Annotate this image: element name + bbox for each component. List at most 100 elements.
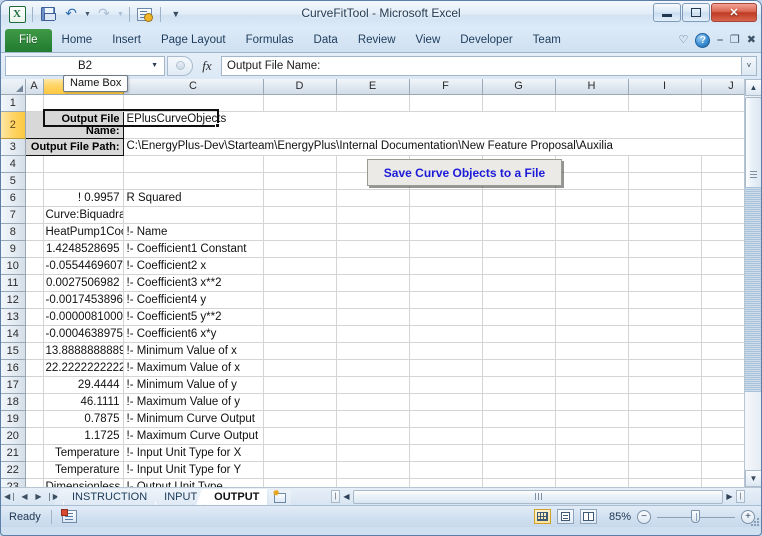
cell-label-output-file-path[interactable]: Output File Path: — [24, 137, 124, 156]
cell-a14[interactable] — [25, 325, 44, 343]
cell-h13[interactable] — [555, 308, 629, 326]
cell-g11[interactable] — [482, 274, 556, 292]
cell-i12[interactable] — [628, 291, 702, 309]
cell-i8[interactable] — [628, 223, 702, 241]
cell-j15[interactable] — [701, 342, 744, 360]
cell-i6[interactable] — [628, 189, 702, 207]
cell-f10[interactable] — [409, 257, 483, 275]
cell-c11[interactable]: !- Coefficient3 x**2 — [123, 274, 264, 292]
cell-b5[interactable] — [43, 172, 124, 190]
cell-i14[interactable] — [628, 325, 702, 343]
zoom-slider-thumb[interactable] — [691, 510, 701, 523]
cell-c6[interactable]: R Squared — [123, 189, 264, 207]
cell-j17[interactable] — [701, 376, 744, 394]
tab-page-layout[interactable]: Page Layout — [151, 30, 236, 52]
prev-sheet-icon[interactable]: ◀ — [18, 492, 31, 501]
cell-d10[interactable] — [263, 257, 337, 275]
cell-j20[interactable] — [701, 427, 744, 445]
cell-b18[interactable]: 46.1111 — [43, 393, 124, 411]
row-header[interactable]: 13 — [1, 308, 26, 326]
cell-g14[interactable] — [482, 325, 556, 343]
cell-e14[interactable] — [336, 325, 410, 343]
cell-f6[interactable] — [409, 189, 483, 207]
column-header-j[interactable]: J — [701, 79, 744, 95]
cell-b6[interactable]: ! 0.9957 — [43, 189, 124, 207]
cell-i9[interactable] — [628, 240, 702, 258]
cell-e6[interactable] — [336, 189, 410, 207]
cell-a21[interactable] — [25, 444, 44, 462]
cell-d16[interactable] — [263, 359, 337, 377]
row-header[interactable]: 16 — [1, 359, 26, 377]
column-header-i[interactable]: I — [628, 79, 702, 95]
cell-d6[interactable] — [263, 189, 337, 207]
cell-g13[interactable] — [482, 308, 556, 326]
cell-a11[interactable] — [25, 274, 44, 292]
cell-i13[interactable] — [628, 308, 702, 326]
cell-e13[interactable] — [336, 308, 410, 326]
cell-j19[interactable] — [701, 410, 744, 428]
cell-h23[interactable] — [555, 478, 629, 487]
row-header[interactable]: 5 — [1, 172, 26, 190]
cell-i21[interactable] — [628, 444, 702, 462]
cell-i10[interactable] — [628, 257, 702, 275]
cell-h1[interactable] — [555, 94, 629, 112]
cell-a18[interactable] — [25, 393, 44, 411]
cell-h20[interactable] — [555, 427, 629, 445]
cell-b8[interactable]: HeatPump1CoolingCAPFTemp — [43, 223, 124, 241]
cell-g20[interactable] — [482, 427, 556, 445]
row-header[interactable]: 4 — [1, 155, 26, 173]
cell-d17[interactable] — [263, 376, 337, 394]
page-layout-view-button[interactable] — [557, 509, 574, 524]
cell-h4[interactable] — [555, 155, 629, 173]
cell-h22[interactable] — [555, 461, 629, 479]
row-header[interactable]: 12 — [1, 291, 26, 309]
cell-b7[interactable]: Curve:Biquadratic — [43, 206, 124, 224]
cell-c15[interactable]: !- Minimum Value of x — [123, 342, 264, 360]
tab-developer[interactable]: Developer — [450, 30, 522, 52]
column-header-e[interactable]: E — [336, 79, 410, 95]
column-header-f[interactable]: F — [409, 79, 483, 95]
cell-i22[interactable] — [628, 461, 702, 479]
cell-e22[interactable] — [336, 461, 410, 479]
cell-j7[interactable] — [701, 206, 744, 224]
row-header[interactable]: 15 — [1, 342, 26, 360]
cell-a16[interactable] — [25, 359, 44, 377]
cell-f8[interactable] — [409, 223, 483, 241]
cell-g15[interactable] — [482, 342, 556, 360]
insert-worksheet-icon[interactable] — [269, 488, 292, 506]
cell-i5[interactable] — [628, 172, 702, 190]
cell-b17[interactable]: 29.4444 — [43, 376, 124, 394]
cell-h7[interactable] — [555, 206, 629, 224]
name-box[interactable]: B2 ▼ — [5, 55, 165, 76]
cell-c8[interactable]: !- Name — [123, 223, 264, 241]
cell-g8[interactable] — [482, 223, 556, 241]
cell-d14[interactable] — [263, 325, 337, 343]
row-header[interactable]: 18 — [1, 393, 26, 411]
cell-d21[interactable] — [263, 444, 337, 462]
cell-f13[interactable] — [409, 308, 483, 326]
cell-c4[interactable] — [123, 155, 264, 173]
cell-d12[interactable] — [263, 291, 337, 309]
cell-a7[interactable] — [25, 206, 44, 224]
cell-i4[interactable] — [628, 155, 702, 173]
cell-c9[interactable]: !- Coefficient1 Constant — [123, 240, 264, 258]
cell-b13[interactable]: -0.0000081000 — [43, 308, 124, 326]
cell-c22[interactable]: !- Input Unit Type for Y — [123, 461, 264, 479]
cell-j6[interactable] — [701, 189, 744, 207]
zoom-slider[interactable] — [657, 510, 735, 524]
cell-g1[interactable] — [482, 94, 556, 112]
cell-a22[interactable] — [25, 461, 44, 479]
cell-b9[interactable]: 1.4248528695 — [43, 240, 124, 258]
cell-e18[interactable] — [336, 393, 410, 411]
cell-a8[interactable] — [25, 223, 44, 241]
cell-d19[interactable] — [263, 410, 337, 428]
cell-c2[interactable]: EPlusCurveObjects — [123, 111, 744, 139]
cell-c23[interactable]: !- Output Unit Type — [123, 478, 264, 487]
cell-j13[interactable] — [701, 308, 744, 326]
cell-h12[interactable] — [555, 291, 629, 309]
cell-b21[interactable]: Temperature — [43, 444, 124, 462]
cell-b12[interactable]: -0.0017453896 — [43, 291, 124, 309]
cell-d15[interactable] — [263, 342, 337, 360]
cell-a1[interactable] — [25, 94, 44, 112]
cell-a20[interactable] — [25, 427, 44, 445]
